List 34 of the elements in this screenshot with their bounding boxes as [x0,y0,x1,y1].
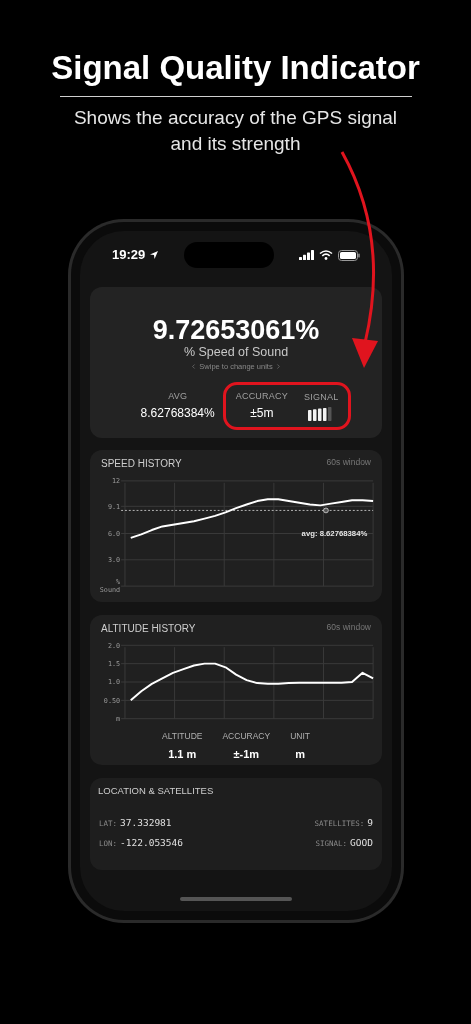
chevron-left-icon [190,363,198,371]
reading-value: ±-1m [233,746,260,762]
cellular-signal-icon [299,250,314,260]
battery-icon [338,249,360,261]
coordinate-value: GOOD [350,835,373,850]
window-label: 60s window [326,456,371,469]
reading-value: m [295,746,305,762]
window-label: 60s window [326,621,371,634]
card-title: ALTITUDE HISTORY [101,622,196,636]
wifi-icon [319,250,333,260]
coordinate-value: 9 [367,816,373,831]
headline: Signal Quality Indicator [51,48,420,88]
reading-value: 1.1 m [168,746,197,762]
stat-label: AVG [168,390,188,404]
coordinate-value: 37.332981 [120,816,172,831]
stat-value: 8.62768384% [140,404,215,422]
stat-value: ±5m [250,404,274,422]
location-arrow-icon [149,250,160,260]
card-title: LOCATION & SATELLITES [98,784,215,798]
speed-value: 9.72653061% [152,315,320,345]
speed-unit: % Speed of Sound [183,345,289,360]
reading-label: ACCURACY [222,730,271,743]
reading-label: UNIT [290,730,310,743]
signal-bars-icon [308,407,335,422]
reading-label: ALTITUDE [162,730,203,743]
coordinate-value: -122.053546 [120,835,183,850]
subtitle: Shows the accuracy of the GPS signal and its strength [72,106,399,156]
chevron-right-icon [274,363,282,371]
status-time: 19:29 [112,246,146,265]
marker-icon [323,507,329,514]
stat-label: ACCURACY [235,390,288,404]
stat-label: SIGNAL [304,390,339,404]
average-label: avg: 8.62768384% [301,529,368,539]
card-title: SPEED HISTORY [101,457,182,471]
